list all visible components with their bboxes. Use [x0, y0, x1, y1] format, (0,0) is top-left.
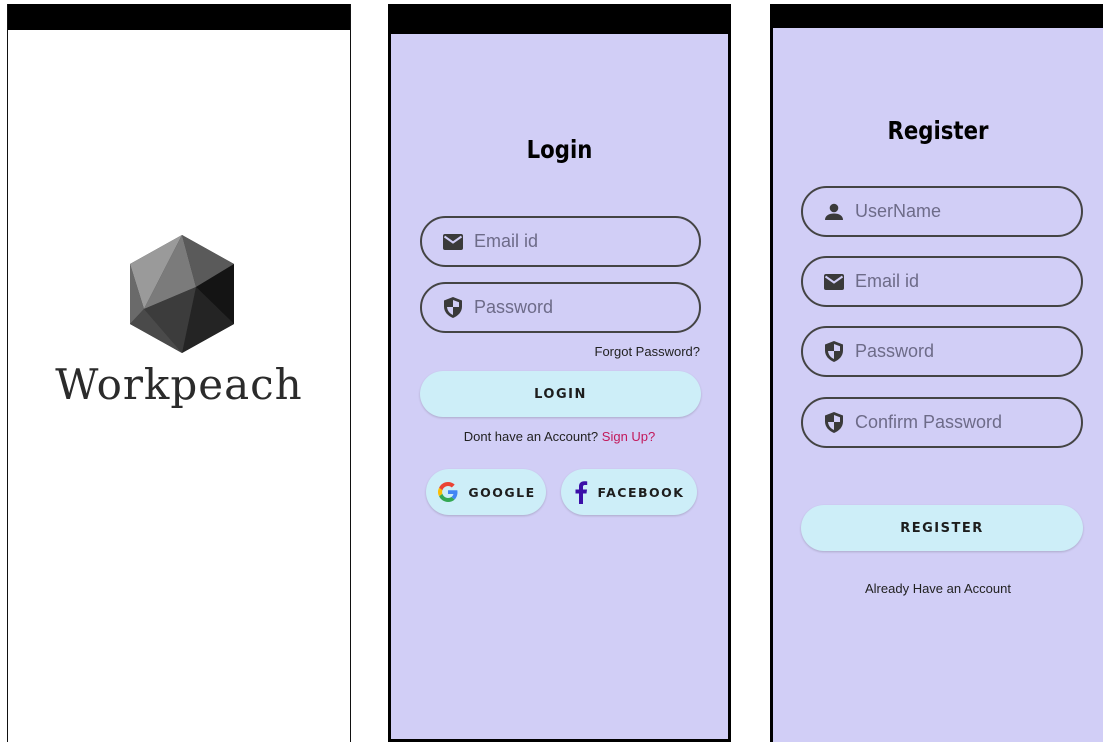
- status-bar: [773, 4, 1103, 28]
- person-icon: [823, 201, 845, 223]
- status-bar: [8, 4, 350, 30]
- google-button-label: GOOGLE: [468, 484, 536, 500]
- google-button[interactable]: GOOGLE: [426, 469, 546, 515]
- password-field[interactable]: Password: [420, 282, 701, 333]
- confirm-password-field[interactable]: Confirm Password: [801, 397, 1083, 448]
- mail-icon: [823, 271, 845, 293]
- register-screen: Register UserName Email id Password Conf…: [770, 4, 1103, 742]
- forgot-password-link[interactable]: Forgot Password?: [595, 344, 701, 359]
- email-placeholder: Email id: [474, 231, 539, 251]
- register-button[interactable]: REGISTER: [801, 505, 1083, 551]
- email-field[interactable]: Email id: [801, 256, 1083, 307]
- brand-name: Workpeach: [55, 360, 303, 409]
- facebook-icon: [574, 480, 588, 504]
- login-button[interactable]: LOGIN: [420, 371, 701, 417]
- page-title: Register: [887, 116, 989, 145]
- google-icon: [436, 480, 460, 504]
- signup-link[interactable]: Sign Up?: [602, 429, 655, 444]
- login-screen: Login Email id Password Forgot Password?…: [388, 4, 731, 742]
- shield-icon: [823, 341, 845, 363]
- confirm-password-placeholder: Confirm Password: [855, 412, 1003, 432]
- password-placeholder: Password: [855, 341, 935, 361]
- facebook-button[interactable]: FACEBOOK: [561, 469, 697, 515]
- signup-prompt: Dont have an Account? Sign Up?: [391, 429, 728, 444]
- username-placeholder: UserName: [855, 201, 942, 221]
- status-bar: [391, 4, 728, 34]
- splash-screen: Workpeach: [7, 4, 351, 742]
- email-field[interactable]: Email id: [420, 216, 701, 267]
- login-link[interactable]: Already Have an Account: [773, 581, 1103, 596]
- hexagon-logo-icon: [130, 235, 234, 353]
- mail-icon: [442, 231, 464, 253]
- shield-icon: [442, 297, 464, 319]
- username-field[interactable]: UserName: [801, 186, 1083, 237]
- password-field[interactable]: Password: [801, 326, 1083, 377]
- facebook-button-label: FACEBOOK: [597, 484, 685, 500]
- email-placeholder: Email id: [855, 271, 920, 291]
- page-title: Login: [526, 135, 593, 164]
- signup-prompt-text: Dont have an Account?: [463, 429, 599, 444]
- shield-icon: [823, 412, 845, 434]
- password-placeholder: Password: [474, 297, 554, 317]
